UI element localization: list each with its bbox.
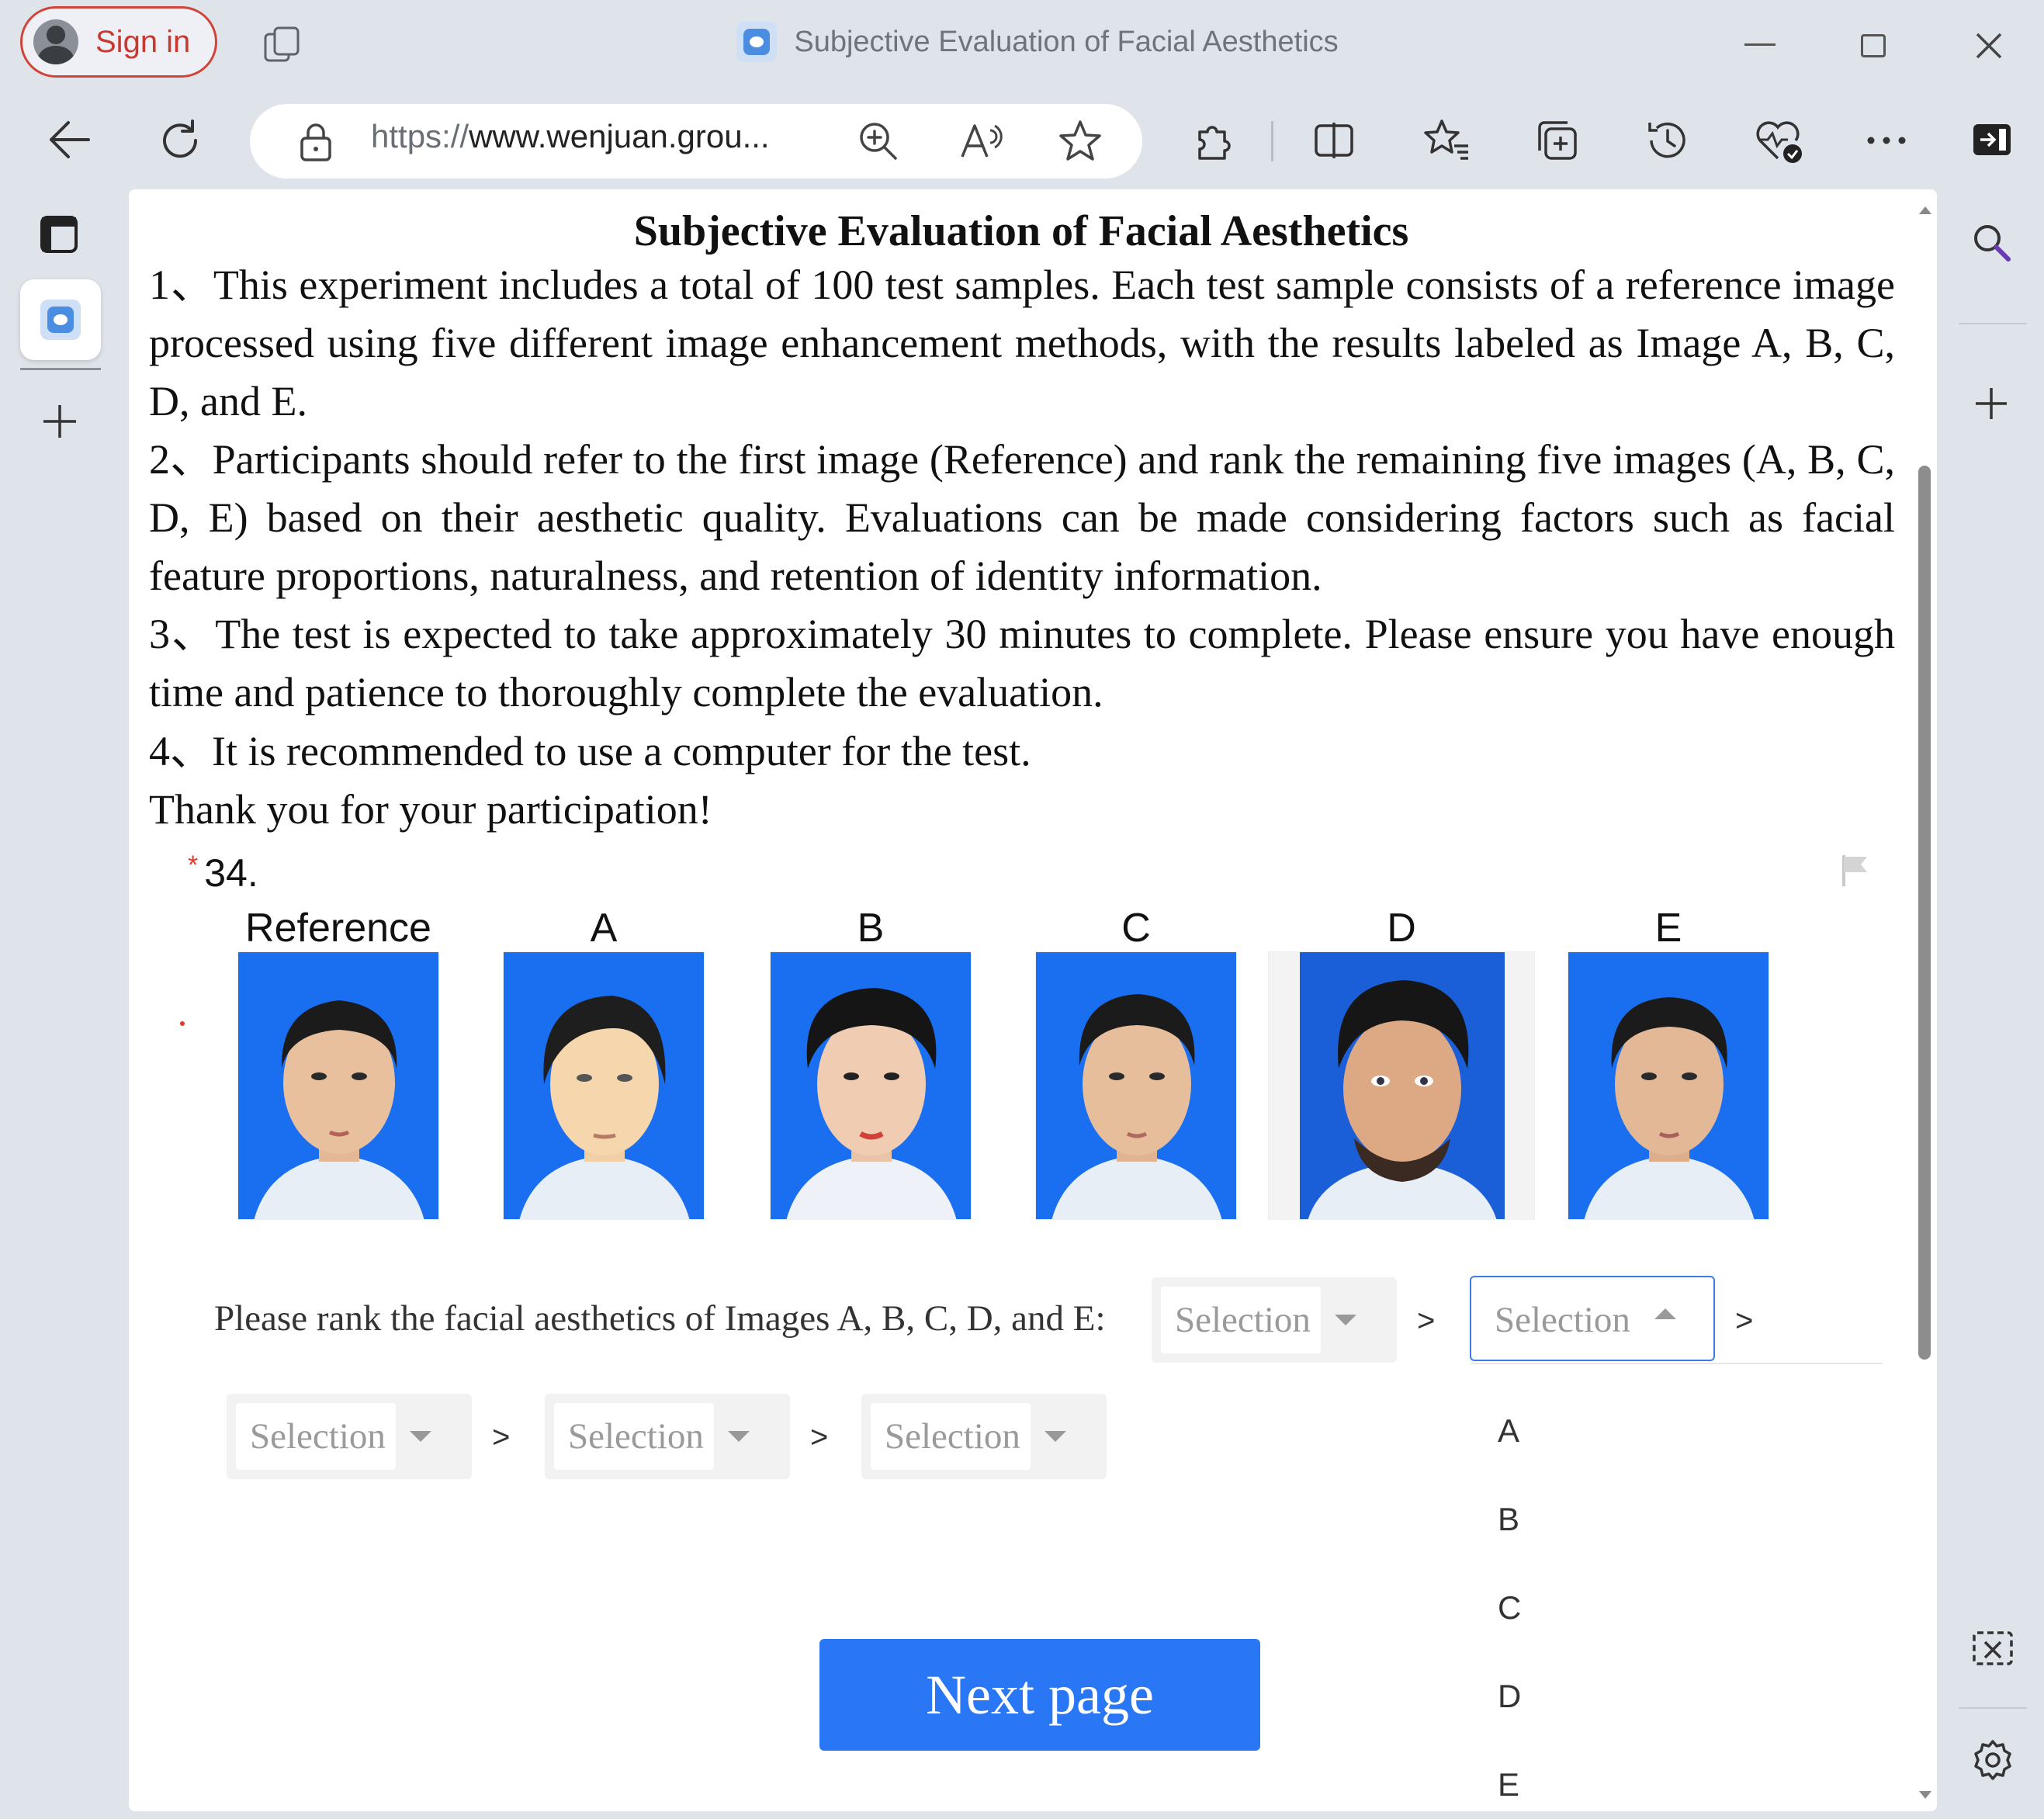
toolbar-divider xyxy=(1271,121,1273,161)
chevron-down-icon xyxy=(1045,1431,1066,1442)
rank-select-5[interactable]: Selection xyxy=(861,1394,1107,1479)
chevron-up-icon xyxy=(1654,1308,1676,1319)
thank-you-text: Thank you for your participation! xyxy=(149,786,712,833)
chevron-down-icon xyxy=(410,1431,431,1442)
read-aloud-icon[interactable] xyxy=(958,120,1006,163)
browser-essentials-icon[interactable] xyxy=(1754,116,1805,166)
split-screen-icon[interactable] xyxy=(1311,118,1356,163)
instruction-paragraph: 2、Participants should refer to the first… xyxy=(149,436,1895,599)
dropdown-option-e[interactable]: E xyxy=(1498,1766,1519,1803)
zoom-icon[interactable] xyxy=(857,120,900,163)
rank-separator: > xyxy=(810,1420,829,1454)
select-dropdown-menu: A B C D E xyxy=(1471,1363,1883,1811)
history-icon[interactable] xyxy=(1644,116,1692,165)
reference-face-image xyxy=(237,951,439,1220)
sign-in-label: Sign in xyxy=(95,24,191,59)
image-label-b: B xyxy=(857,906,885,951)
rank-prompt: Please rank the facial aesthetics of Ima… xyxy=(214,1298,1106,1339)
image-label-d: D xyxy=(1387,906,1416,951)
favorites-icon[interactable] xyxy=(1423,116,1471,163)
image-c-face xyxy=(1035,951,1237,1220)
instruction-paragraph: 1、This experiment includes a total of 10… xyxy=(149,262,1895,424)
more-icon[interactable] xyxy=(1866,135,1907,146)
image-a-face xyxy=(503,951,705,1220)
maximize-icon[interactable] xyxy=(1861,34,1886,57)
next-page-button[interactable]: Next page xyxy=(819,1639,1260,1751)
dropdown-option-b[interactable]: B xyxy=(1498,1501,1519,1538)
image-e-face xyxy=(1568,951,1769,1220)
sidebar-toggle-icon[interactable] xyxy=(1971,121,2013,158)
collections-icon[interactable] xyxy=(1533,116,1582,165)
dropdown-option-c[interactable]: C xyxy=(1498,1589,1521,1627)
rank-select-1[interactable]: Selection xyxy=(1152,1277,1397,1363)
select-placeholder: Selection xyxy=(1481,1287,1640,1353)
scrollbar-thumb[interactable] xyxy=(1918,466,1931,1360)
image-label-c: C xyxy=(1121,906,1151,951)
back-icon[interactable] xyxy=(45,116,93,163)
flag-icon[interactable] xyxy=(1838,852,1873,888)
add-icon[interactable] xyxy=(1974,386,2008,421)
rank-select-3[interactable]: Selection xyxy=(227,1394,472,1479)
search-icon[interactable] xyxy=(1970,220,2013,264)
tab-actions-icon[interactable] xyxy=(39,214,79,255)
screenshot-icon[interactable] xyxy=(1971,1628,2015,1672)
select-placeholder: Selection xyxy=(1161,1287,1321,1353)
vertical-tab-active[interactable] xyxy=(20,279,101,360)
image-label-a: A xyxy=(590,906,618,951)
right-rail-separator xyxy=(1959,323,2027,324)
instruction-paragraph: 4、It is recommended to use a computer fo… xyxy=(149,728,1031,774)
left-rail-separator xyxy=(20,368,101,370)
question-number-label: 34. xyxy=(204,851,258,895)
site-favicon-icon xyxy=(736,22,778,62)
instruction-paragraph: 3、The test is expected to take approxima… xyxy=(149,611,1895,715)
site-favicon-icon xyxy=(40,300,81,340)
required-star: * xyxy=(188,851,199,880)
page-title: Subjective Evaluation of Facial Aestheti… xyxy=(633,207,1409,255)
select-placeholder: Selection xyxy=(871,1403,1031,1470)
lock-icon[interactable] xyxy=(296,121,335,163)
refresh-icon[interactable] xyxy=(157,116,205,165)
required-marker xyxy=(180,1021,185,1026)
extensions-icon[interactable] xyxy=(1192,118,1235,163)
right-rail-separator xyxy=(1959,1707,2027,1709)
rank-separator: > xyxy=(1417,1304,1436,1338)
rank-select-2[interactable]: Selection xyxy=(1470,1276,1715,1361)
close-icon[interactable] xyxy=(1973,29,2005,62)
chevron-down-icon xyxy=(1335,1315,1356,1325)
chevron-down-icon xyxy=(728,1431,750,1442)
dropdown-option-d[interactable]: D xyxy=(1498,1678,1521,1715)
new-tab-icon[interactable] xyxy=(40,402,79,441)
favorite-star-icon[interactable] xyxy=(1057,118,1103,163)
select-placeholder: Selection xyxy=(236,1403,396,1470)
rank-separator: > xyxy=(492,1420,511,1454)
image-label-reference: Reference xyxy=(245,906,431,951)
avatar xyxy=(33,19,78,64)
select-placeholder: Selection xyxy=(554,1403,714,1470)
minimize-icon[interactable] xyxy=(1744,43,1776,46)
window-title-bar: Subjective Evaluation of Facial Aestheti… xyxy=(0,22,2044,63)
image-d-face xyxy=(1268,951,1535,1220)
settings-icon[interactable] xyxy=(1971,1738,2015,1782)
workspaces-icon[interactable] xyxy=(261,23,304,67)
url-text[interactable]: https://www.wenjuan.grou... xyxy=(371,118,770,155)
question-number: * 34. xyxy=(188,851,258,896)
rank-select-4[interactable]: Selection xyxy=(545,1394,790,1479)
image-label-e: E xyxy=(1654,906,1682,951)
image-b-face xyxy=(770,951,972,1220)
sign-in-button[interactable]: Sign in xyxy=(20,6,217,78)
window-title: Subjective Evaluation of Facial Aestheti… xyxy=(794,25,1339,58)
rank-separator: > xyxy=(1735,1304,1754,1338)
dropdown-option-a[interactable]: A xyxy=(1498,1412,1519,1450)
